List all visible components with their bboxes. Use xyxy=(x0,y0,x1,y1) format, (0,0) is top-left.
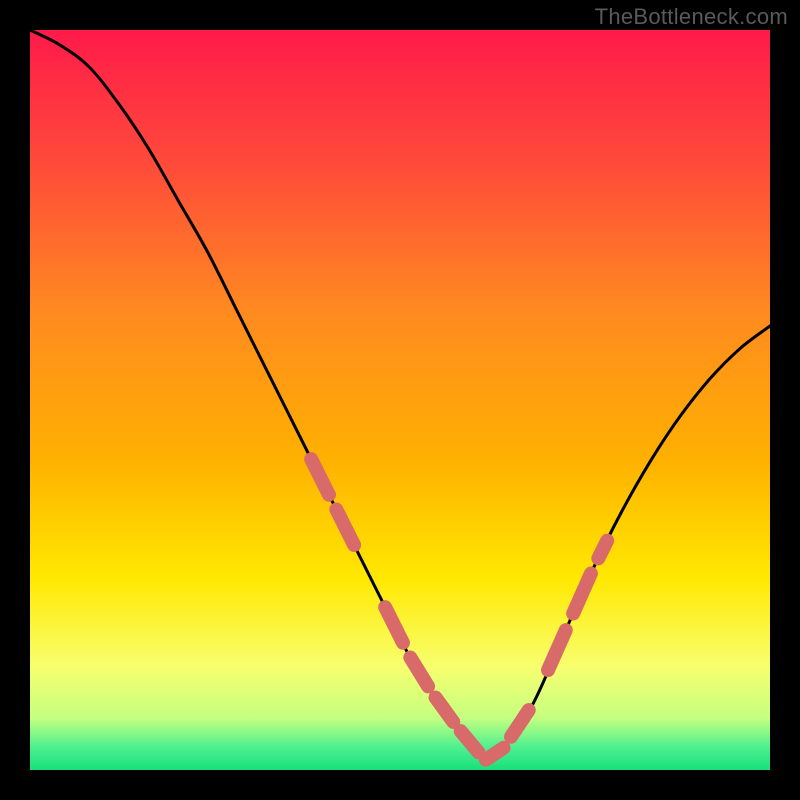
highlight-pill xyxy=(486,748,504,760)
highlight-pill xyxy=(598,541,607,559)
chart-svg xyxy=(30,30,770,770)
gradient-background xyxy=(30,30,770,770)
plot-area xyxy=(30,30,770,770)
watermark-text: TheBottleneck.com xyxy=(595,4,788,30)
chart-container: TheBottleneck.com xyxy=(0,0,800,800)
